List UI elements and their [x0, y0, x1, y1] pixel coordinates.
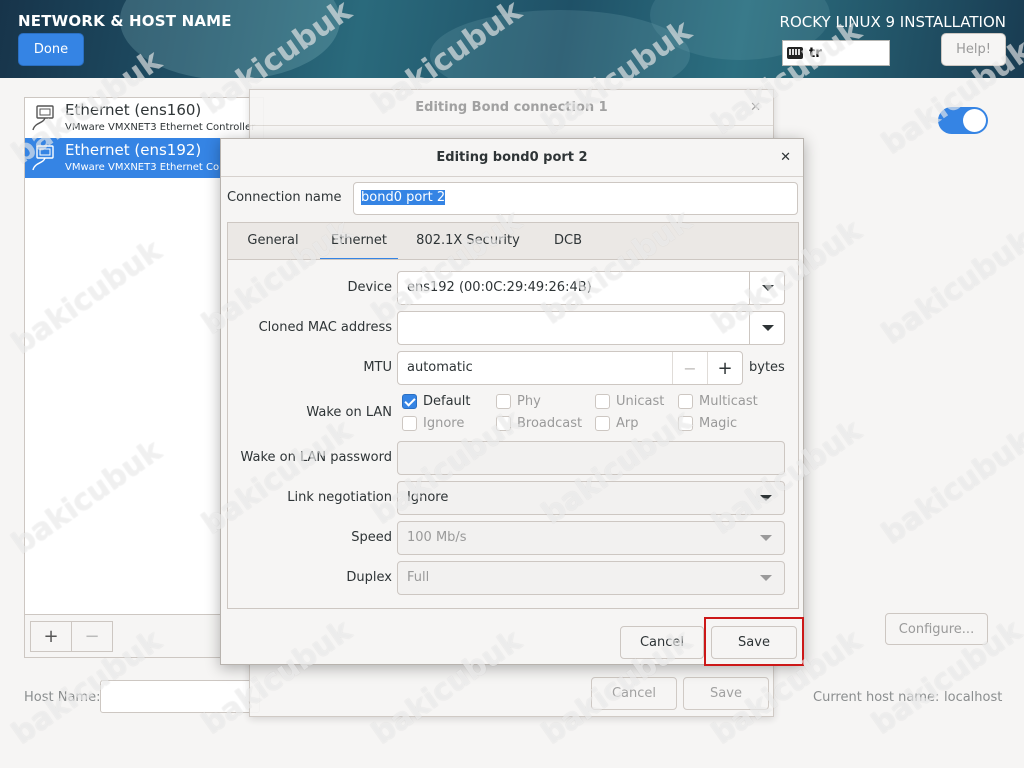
- current-host-name-value: localhost: [944, 690, 1003, 705]
- wol-unicast-checkbox[interactable]: Unicast: [595, 394, 664, 409]
- close-icon[interactable]: ✕: [780, 150, 791, 165]
- device-description: VMware VMXNET3 Ethernet Controller: [65, 122, 256, 133]
- bond-dialog-title: Editing Bond connection 1: [250, 90, 773, 126]
- link-negotiation-label: Link negotiation: [287, 490, 392, 505]
- connection-name-value: bond0 port 2: [361, 190, 446, 205]
- duplex-value: Full: [407, 570, 430, 585]
- keyboard-layout-label: tr: [809, 45, 822, 61]
- wol-option-label: Ignore: [423, 416, 465, 431]
- wol-option-label: Multicast: [699, 394, 758, 409]
- wol-password-input[interactable]: [397, 441, 785, 475]
- checkbox-icon: [595, 416, 610, 431]
- add-device-button[interactable]: +: [30, 621, 72, 652]
- wol-ignore-checkbox[interactable]: Ignore: [402, 416, 464, 431]
- cloned-mac-combo[interactable]: [397, 311, 785, 345]
- speed-select[interactable]: 100 Mb/s: [397, 521, 785, 555]
- mtu-decrement-button[interactable]: −: [672, 352, 707, 384]
- port-edit-dialog: Editing bond0 port 2 ✕ Connection name b…: [220, 138, 804, 665]
- chevron-down-icon: [760, 535, 772, 541]
- tab-ethernet[interactable]: Ethernet: [320, 223, 398, 261]
- cloned-mac-label: Cloned MAC address: [258, 320, 392, 335]
- checkbox-icon: [678, 394, 693, 409]
- save-highlight-annotation: [704, 617, 804, 666]
- ethernet-icon: [32, 105, 54, 131]
- device-value: ens192 (00:0C:29:49:26:4B): [407, 280, 592, 295]
- device-label: Device: [347, 280, 392, 295]
- configure-button[interactable]: Configure...: [885, 613, 988, 645]
- device-enable-toggle[interactable]: [938, 107, 988, 134]
- checkbox-icon: [402, 394, 417, 409]
- header-bar: NETWORK & HOST NAME Done ROCKY LINUX 9 I…: [0, 0, 1024, 78]
- device-name: Ethernet (ens160): [65, 101, 202, 119]
- checkbox-icon: [402, 416, 417, 431]
- tab-dcb[interactable]: DCB: [544, 223, 592, 261]
- checkbox-icon: [595, 394, 610, 409]
- keyboard-layout-indicator[interactable]: tr: [782, 40, 890, 66]
- mtu-value: automatic: [407, 360, 473, 375]
- device-item-ens160[interactable]: Ethernet (ens160) VMware VMXNET3 Etherne…: [25, 98, 265, 138]
- mtu-increment-button[interactable]: +: [707, 352, 742, 384]
- host-name-input[interactable]: [100, 680, 260, 713]
- mtu-label: MTU: [363, 360, 392, 375]
- connection-name-label: Connection name: [227, 190, 342, 205]
- wake-on-lan-label: Wake on LAN: [306, 405, 392, 420]
- device-name: Ethernet (ens192): [65, 141, 202, 159]
- device-combo[interactable]: ens192 (00:0C:29:49:26:4B): [397, 271, 785, 305]
- chevron-down-icon: [760, 495, 772, 501]
- wol-option-label: Broadcast: [517, 416, 583, 431]
- device-dropdown-button[interactable]: [749, 272, 784, 304]
- connection-name-input[interactable]: bond0 port 2: [353, 182, 798, 215]
- wol-option-label: Magic: [699, 416, 738, 431]
- tab-8021x-security[interactable]: 802.1X Security: [411, 223, 525, 261]
- duplex-select[interactable]: Full: [397, 561, 785, 595]
- cancel-button[interactable]: Cancel: [620, 626, 704, 659]
- checkbox-icon: [496, 416, 511, 431]
- ethernet-icon: [32, 145, 54, 171]
- checkbox-icon: [496, 394, 511, 409]
- host-name-label: Host Name:: [24, 690, 101, 705]
- duplex-label: Duplex: [346, 570, 392, 585]
- bond-save-button[interactable]: Save: [683, 677, 769, 710]
- dialog-title: Editing bond0 port 2: [221, 139, 803, 177]
- done-button[interactable]: Done: [18, 33, 84, 66]
- wol-default-checkbox[interactable]: Default: [402, 394, 471, 409]
- wol-option-label: Unicast: [616, 394, 665, 409]
- wol-arp-checkbox[interactable]: Arp: [595, 416, 639, 431]
- help-button[interactable]: Help!: [941, 33, 1006, 66]
- tab-bar: General Ethernet 802.1X Security DCB: [227, 222, 799, 261]
- speed-label: Speed: [351, 530, 392, 545]
- wol-option-label: Arp: [616, 416, 639, 431]
- remove-device-button[interactable]: −: [71, 621, 113, 652]
- chevron-down-icon: [762, 325, 774, 331]
- current-host-name-label: Current host name:: [813, 690, 940, 705]
- keyboard-icon: [787, 47, 803, 59]
- wol-phy-checkbox[interactable]: Phy: [496, 394, 541, 409]
- link-negotiation-select[interactable]: Ignore: [397, 481, 785, 515]
- mtu-unit-label: bytes: [749, 360, 785, 375]
- wol-multicast-checkbox[interactable]: Multicast: [678, 394, 758, 409]
- bond-cancel-button[interactable]: Cancel: [591, 677, 677, 710]
- wol-option-label: Phy: [517, 394, 541, 409]
- chevron-down-icon: [760, 575, 772, 581]
- link-negotiation-value: Ignore: [407, 490, 449, 505]
- wol-magic-checkbox[interactable]: Magic: [678, 416, 737, 431]
- checkbox-icon: [678, 416, 693, 431]
- wol-broadcast-checkbox[interactable]: Broadcast: [496, 416, 582, 431]
- cloned-mac-dropdown-button[interactable]: [749, 312, 784, 344]
- close-icon[interactable]: ✕: [750, 100, 761, 115]
- watermark: bakicubuk: [875, 423, 1024, 552]
- speed-value: 100 Mb/s: [407, 530, 467, 545]
- wol-option-label: Default: [423, 394, 471, 409]
- mtu-spinbutton[interactable]: automatic − +: [397, 351, 743, 385]
- product-title: ROCKY LINUX 9 INSTALLATION: [779, 13, 1006, 31]
- watermark: bakicubuk: [875, 223, 1024, 352]
- wol-password-label: Wake on LAN password: [240, 450, 392, 465]
- chevron-down-icon: [762, 285, 774, 291]
- page-title: NETWORK & HOST NAME: [18, 12, 232, 30]
- tab-general[interactable]: General: [241, 223, 305, 261]
